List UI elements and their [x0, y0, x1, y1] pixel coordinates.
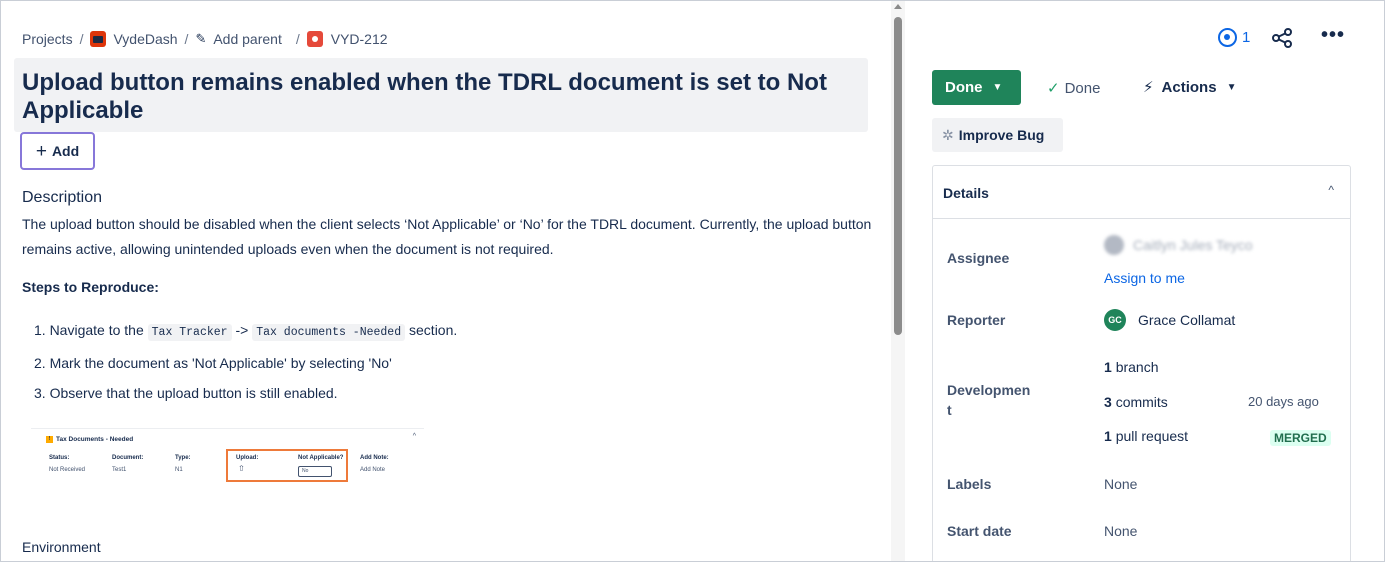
pull-request-link[interactable]: 1 pull request	[1104, 428, 1188, 444]
avatar	[1104, 235, 1124, 255]
reporter-name[interactable]: Grace Collamat	[1138, 312, 1235, 328]
bug-icon	[306, 31, 323, 47]
pencil-icon: ✎	[195, 31, 207, 46]
development-label: Developmen	[947, 382, 1031, 398]
chevron-down-icon: ▼	[1226, 81, 1237, 93]
breadcrumb-project-label: VydeDash	[113, 31, 178, 47]
steps-heading: Steps to Reproduce:	[22, 279, 159, 295]
thumb-header: Document:	[112, 455, 144, 461]
labels-field[interactable]: None	[1104, 476, 1137, 492]
warning-icon: !	[46, 436, 53, 443]
issue-view: Projects / VydeDash / ✎ Add parent / VYD…	[0, 0, 1385, 562]
assignee-field[interactable]: Caitlyn Jules Teyco	[1104, 234, 1273, 256]
breadcrumb-separator: /	[184, 31, 189, 47]
details-heading: Details	[943, 185, 989, 201]
chevron-up-icon[interactable]: ^	[1328, 183, 1334, 197]
add-button[interactable]: + Add	[20, 132, 95, 170]
share-icon[interactable]	[1271, 27, 1293, 49]
watch-count: 1	[1242, 29, 1251, 46]
status-badge: MERGED	[1270, 430, 1331, 446]
issue-key-label: VYD-212	[330, 31, 388, 47]
actions-button[interactable]: ⚡ Actions ▼	[1143, 78, 1237, 97]
scrollbar-thumb[interactable]	[894, 17, 902, 335]
description-text[interactable]: The upload button should be disabled whe…	[22, 212, 882, 262]
project-icon	[90, 31, 107, 47]
commit-label: commits	[1115, 394, 1168, 410]
reporter-label: Reporter	[947, 312, 1006, 328]
scroll-up-icon[interactable]	[894, 4, 902, 9]
steps-list: 1. Navigate to the Tax Tracker -> Tax do…	[34, 315, 457, 408]
start-date-field[interactable]: None	[1104, 523, 1137, 539]
inline-code: Tax Tracker	[147, 324, 232, 341]
plus-icon: +	[35, 140, 47, 162]
details-header[interactable]: Details ^	[933, 166, 1350, 219]
assignee-label: Assignee	[947, 250, 1010, 266]
breadcrumb-separator: /	[79, 31, 84, 47]
issue-side-panel: 1 ••• Done ▼ ✓ Done ⚡ Actions ▼ ✲ Improv…	[907, 1, 1384, 561]
avatar: GC	[1104, 309, 1126, 331]
highlight-box	[226, 449, 348, 482]
thumb-cell: Add Note	[360, 467, 386, 473]
development-label-wrap: t	[947, 402, 952, 418]
status-dropdown[interactable]: Done ▼	[932, 70, 1021, 105]
thumb-cell: Test1	[112, 467, 127, 473]
check-icon: ✓	[1047, 80, 1060, 97]
start-date-label: Start date	[947, 523, 1012, 539]
thumb-cell: Not Received	[49, 467, 86, 473]
list-item: 2. Mark the document as 'Not Applicable'…	[34, 355, 392, 371]
breadcrumb-projects[interactable]: Projects	[22, 31, 73, 47]
assignee-name: Caitlyn Jules Teyco	[1133, 237, 1253, 253]
issue-title-field[interactable]: Upload button remains enabled when the T…	[14, 58, 868, 132]
environment-heading: Environment	[22, 539, 101, 555]
breadcrumb-issue-key[interactable]: VYD-212	[306, 31, 388, 47]
add-parent-button[interactable]: ✎ Add parent	[195, 31, 281, 47]
branch-count: 1	[1104, 359, 1112, 375]
list-item: 3. Observe that the upload button is sti…	[34, 385, 338, 401]
add-parent-label: Add parent	[213, 31, 282, 47]
improve-bug-button[interactable]: ✲ Improve Bug	[932, 118, 1063, 152]
branch-link[interactable]: 1 branch	[1104, 359, 1159, 375]
thumb-header: Status:	[49, 455, 70, 461]
list-item: 1. Navigate to the Tax Tracker -> Tax do…	[34, 315, 457, 348]
step-text: section.	[405, 322, 458, 338]
lightning-icon: ⚡	[1143, 79, 1154, 96]
resolution-label: Done	[1064, 79, 1101, 97]
breadcrumb: Projects / VydeDash / ✎ Add parent / VYD…	[22, 29, 388, 49]
details-panel: Details ^ Assignee Caitlyn Jules Teyco A…	[932, 165, 1351, 561]
issue-title: Upload button remains enabled when the T…	[22, 69, 827, 124]
status-button-label: Done	[945, 79, 983, 96]
sparkle-icon: ✲	[942, 126, 954, 143]
thumbnail-title-label: Tax Documents - Needed	[56, 436, 134, 443]
commit-count: 3	[1104, 394, 1112, 410]
resolution-status: ✓ Done	[1047, 79, 1101, 98]
commits-link[interactable]: 3 commits	[1104, 394, 1168, 410]
branch-label: branch	[1115, 359, 1159, 375]
chevron-down-icon: ▼	[992, 82, 1003, 93]
assign-to-me-link[interactable]: Assign to me	[1104, 270, 1185, 286]
watch-button[interactable]: 1	[1218, 28, 1250, 47]
inline-code: Tax documents -Needed	[252, 324, 406, 341]
pr-count: 1	[1104, 428, 1112, 444]
thumb-header: Type:	[175, 455, 191, 461]
pr-label: pull request	[1115, 428, 1189, 444]
thumb-header: Add Note:	[360, 455, 389, 461]
step-text: ->	[231, 322, 253, 338]
commit-timestamp: 20 days ago	[1248, 394, 1319, 409]
more-options-icon[interactable]: •••	[1321, 24, 1345, 47]
chevron-up-icon: ^	[412, 433, 416, 440]
thumbnail-title: ! Tax Documents - Needed	[46, 436, 133, 443]
add-button-label: Add	[51, 143, 80, 159]
scrollbar[interactable]	[891, 1, 905, 561]
eye-icon	[1218, 28, 1237, 47]
breadcrumb-separator: /	[295, 31, 300, 47]
attachment-thumbnail[interactable]: ! Tax Documents - Needed ^ Status: Docum…	[31, 428, 424, 482]
labels-label: Labels	[947, 476, 992, 492]
step-text: 1. Navigate to the	[34, 322, 148, 338]
thumb-cell: N1	[175, 467, 183, 473]
actions-label: Actions	[1161, 78, 1217, 96]
description-heading: Description	[22, 189, 103, 206]
issue-main-panel: Projects / VydeDash / ✎ Add parent / VYD…	[1, 1, 891, 561]
breadcrumb-project[interactable]: VydeDash	[90, 31, 178, 47]
improve-bug-label: Improve Bug	[958, 127, 1045, 143]
